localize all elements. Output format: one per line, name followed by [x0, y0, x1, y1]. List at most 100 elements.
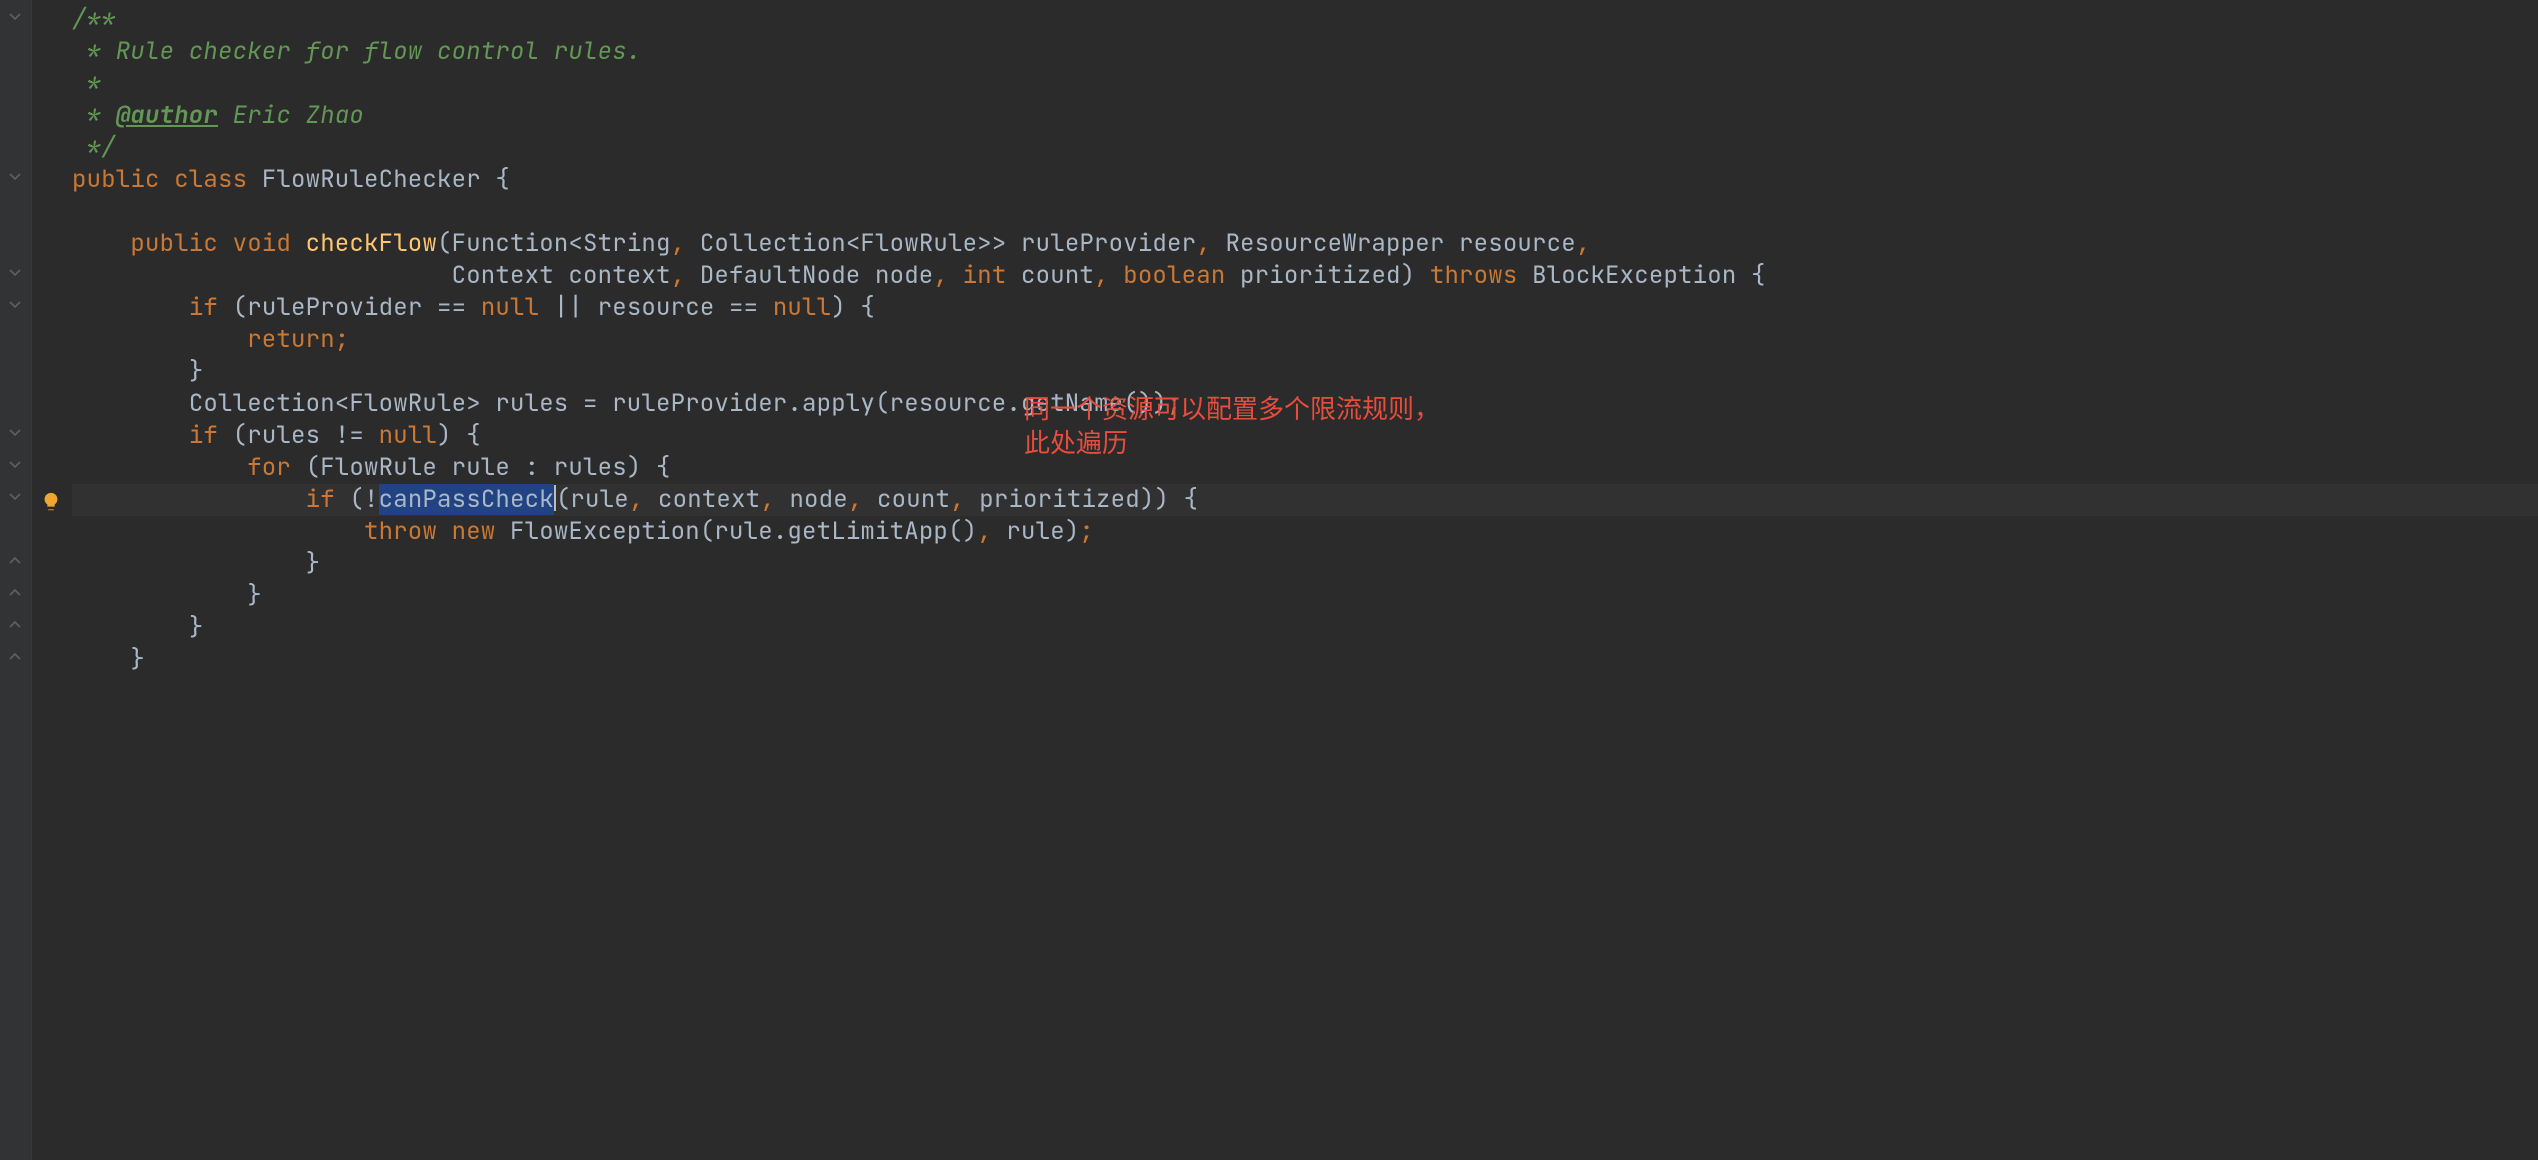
annotation-line: 同一个资源可以配置多个限流规则，: [1024, 392, 1440, 426]
fold-toggle-icon[interactable]: [6, 648, 24, 666]
code-line[interactable]: throw new FlowException(rule.getLimitApp…: [72, 516, 2538, 548]
keyword: null: [773, 292, 831, 323]
code-line[interactable]: /**: [72, 4, 2538, 36]
code-text: || resource ==: [554, 292, 773, 323]
comma: ,: [671, 260, 700, 291]
keyword: void: [233, 228, 306, 259]
code-line[interactable]: Context context, DefaultNode node, int c…: [72, 260, 2538, 292]
indent: [72, 516, 364, 547]
comma: ,: [1196, 228, 1225, 259]
fold-toggle-icon[interactable]: [6, 616, 24, 634]
fold-toggle-icon[interactable]: [6, 296, 24, 314]
keyword: return;: [247, 324, 349, 355]
code-text: prioritized): [1240, 260, 1430, 291]
code-line[interactable]: * @author Eric Zhao: [72, 100, 2538, 132]
comma: ,: [848, 484, 877, 515]
keyword: if: [306, 484, 350, 515]
indent: [72, 356, 189, 387]
fold-toggle-icon[interactable]: [6, 168, 24, 186]
code-text: Collection<FlowRule> rules = ruleProvide…: [189, 388, 1167, 419]
brace: }: [189, 356, 204, 387]
comma: ,: [1094, 260, 1123, 291]
javadoc-tag: @author: [116, 100, 218, 131]
code-line[interactable]: }: [72, 356, 2538, 388]
code-line[interactable]: public void checkFlow(Function<String, C…: [72, 228, 2538, 260]
fold-toggle-icon[interactable]: [6, 488, 24, 506]
keyword: throw: [364, 516, 452, 547]
code-line[interactable]: [72, 196, 2538, 228]
indent: [72, 292, 189, 323]
comma: ,: [671, 228, 700, 259]
keyword: null: [481, 292, 554, 323]
method-name: checkFlow: [306, 228, 437, 259]
fold-gutter: [0, 0, 32, 1160]
keyword: throws: [1430, 260, 1532, 291]
code-text: Collection<FlowRule>> ruleProvider: [700, 228, 1196, 259]
brace: }: [130, 644, 145, 675]
comment-text: *: [72, 100, 116, 131]
code-text: DefaultNode node: [700, 260, 934, 291]
comment-text: Eric Zhao: [218, 100, 364, 131]
indent: [72, 484, 306, 515]
brace: }: [247, 580, 262, 611]
keyword: if: [189, 420, 233, 451]
keyword: for: [247, 452, 305, 483]
comma: ,: [933, 260, 962, 291]
annotation-overlay: 同一个资源可以配置多个限流规则， 此处遍历: [1024, 392, 1440, 460]
fold-toggle-icon[interactable]: [6, 456, 24, 474]
code-line[interactable]: }: [72, 548, 2538, 580]
code-line[interactable]: *: [72, 68, 2538, 100]
indent: [72, 548, 306, 579]
code-line-current[interactable]: if (!canPassCheck(rule, context, node, c…: [72, 484, 2538, 516]
code-text: ResourceWrapper resource: [1225, 228, 1575, 259]
code-line[interactable]: return;: [72, 324, 2538, 356]
code-text: ) {: [831, 292, 875, 323]
brace: {: [495, 164, 510, 195]
fold-toggle-icon[interactable]: [6, 584, 24, 602]
brace: }: [189, 612, 204, 643]
keyword: class: [174, 164, 262, 195]
code-area[interactable]: /** * Rule checker for flow control rule…: [72, 0, 2538, 1160]
comment-text: */: [72, 132, 116, 163]
keyword: new: [452, 516, 510, 547]
indent: [72, 388, 189, 419]
keyword: public: [130, 228, 232, 259]
code-line[interactable]: }: [72, 612, 2538, 644]
comma: ,: [629, 484, 658, 515]
code-text: (!: [349, 484, 378, 515]
indent: [72, 580, 247, 611]
code-editor[interactable]: /** * Rule checker for flow control rule…: [0, 0, 2538, 1160]
comment-text: *: [72, 68, 101, 99]
code-line[interactable]: if (ruleProvider == null || resource == …: [72, 292, 2538, 324]
indent: [72, 612, 189, 643]
keyword: int: [963, 260, 1021, 291]
code-text: (Function<String: [437, 228, 671, 259]
fold-toggle-icon[interactable]: [6, 8, 24, 26]
fold-toggle-icon[interactable]: [6, 424, 24, 442]
code-text: Context context: [452, 260, 671, 291]
icon-gutter: [32, 0, 72, 1160]
code-text: (FlowRule rule : rules) {: [306, 452, 671, 483]
intention-bulb-icon[interactable]: [40, 490, 62, 512]
code-line[interactable]: }: [72, 580, 2538, 612]
code-text: count: [1021, 260, 1094, 291]
code-text: (rules !=: [233, 420, 379, 451]
code-line[interactable]: }: [72, 644, 2538, 676]
fold-toggle-icon[interactable]: [6, 264, 24, 282]
comment-text: /**: [72, 4, 116, 35]
indent: [72, 324, 247, 355]
code-text: (ruleProvider ==: [233, 292, 481, 323]
code-line[interactable]: */: [72, 132, 2538, 164]
indent: [72, 420, 189, 451]
fold-toggle-icon[interactable]: [6, 552, 24, 570]
code-text: rule): [1006, 516, 1079, 547]
keyword: if: [189, 292, 233, 323]
code-line[interactable]: * Rule checker for flow control rules.: [72, 36, 2538, 68]
code-line[interactable]: public class FlowRuleChecker {: [72, 164, 2538, 196]
indent: [72, 228, 130, 259]
comma: ,: [950, 484, 979, 515]
keyword: boolean: [1123, 260, 1240, 291]
brace: }: [306, 548, 321, 579]
indent: [72, 452, 247, 483]
code-text: (rule: [556, 484, 629, 515]
